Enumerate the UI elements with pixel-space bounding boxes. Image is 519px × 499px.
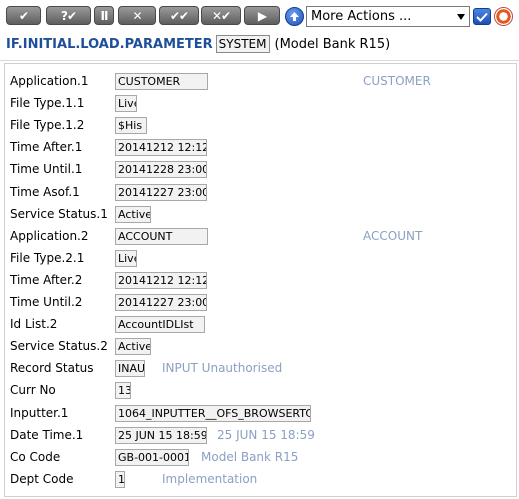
help-icon[interactable]	[494, 7, 513, 26]
divider	[0, 60, 519, 61]
field-value[interactable]: Active	[115, 338, 151, 356]
field-value[interactable]: Live	[115, 249, 137, 267]
field-row-application-2: Application.2 ACCOUNT ACCOUNT	[5, 226, 510, 248]
field-value[interactable]: INAU	[115, 360, 145, 378]
field-label: Dept Code	[10, 471, 74, 486]
field-value[interactable]: ACCOUNT	[115, 227, 208, 245]
field-label: File Type.1.2	[10, 118, 85, 133]
field-row-record-status: Record Status INAU INPUT Unauthorised	[5, 358, 510, 380]
field-row-file-type-1-1: File Type.1.1 Live	[5, 93, 510, 115]
delete-button[interactable]: ✕	[118, 6, 156, 25]
field-row-service-status-1: Service Status.1 Active	[5, 204, 510, 226]
field-value[interactable]: GB-001-0001	[115, 448, 189, 466]
commit-button[interactable]: ✔	[6, 6, 41, 25]
chevron-down-icon	[457, 14, 465, 20]
company-title: (Model Bank R15)	[274, 36, 391, 52]
field-value[interactable]: 20141227 23:00	[115, 183, 207, 201]
field-label: Record Status	[10, 361, 94, 376]
field-label: Id List.2	[10, 317, 58, 332]
record-id[interactable]: SYSTEM	[215, 35, 270, 53]
field-label: Service Status.2	[10, 339, 108, 354]
field-row-time-after-1: Time After.1 20141212 12:12	[5, 137, 510, 159]
field-label: Time After.2	[10, 272, 83, 287]
field-value[interactable]: $His	[115, 117, 147, 135]
field-value[interactable]: 20141212 12:12	[115, 271, 207, 289]
field-label: File Type.2.1	[10, 250, 85, 265]
field-row-time-until-2: Time Until.2 20141227 23:00	[5, 292, 510, 314]
arrow-up-icon	[290, 12, 299, 21]
field-row-co-code: Co Code GB-001-0001 Model Bank R15	[5, 447, 510, 469]
field-label: Time Until.1	[10, 162, 83, 177]
field-label: Time Until.2	[10, 295, 83, 309]
validate-button[interactable]: ?✔	[46, 6, 91, 25]
field-row-dept-code: Dept Code 1 Implementation	[5, 469, 510, 491]
field-enrichment: CUSTOMER	[363, 74, 431, 88]
field-value[interactable]: 25 JUN 15 18:59	[115, 426, 207, 444]
field-row-time-after-2: Time After.2 20141212 12:12	[5, 270, 510, 292]
field-label: Time After.1	[10, 140, 83, 155]
checkmark-icon	[476, 12, 488, 22]
field-row-application-1: Application.1 CUSTOMER CUSTOMER	[5, 71, 510, 93]
record-form: Application.1 CUSTOMER CUSTOMER File Type.1…	[4, 63, 517, 497]
field-value[interactable]: Live	[115, 95, 137, 113]
field-row-inputter-1: Inputter.1 1064_INPUTTER__OFS_BROWSERTC	[5, 403, 510, 425]
field-row-time-until-1: Time Until.1 20141228 23:00	[5, 159, 510, 181]
field-row-file-type-1-2: File Type.1.2 $His	[5, 115, 510, 137]
field-label: Application.1	[10, 74, 89, 88]
field-label: Application.2	[10, 228, 89, 243]
field-label: File Type.1.1	[10, 96, 85, 111]
record-header: IF.INITIAL.LOAD.PARAMETER SYSTEM (Model …	[6, 35, 390, 53]
more-actions-select[interactable]: More Actions ...	[306, 6, 470, 27]
field-label: Time Asof.1	[10, 184, 80, 199]
field-enrichment: 25 JUN 15 18:59	[217, 427, 315, 442]
field-row-file-type-2-1: File Type.2.1 Live	[5, 248, 510, 270]
field-row-date-time-1: Date Time.1 25 JUN 15 18:59 25 JUN 15 18:5…	[5, 425, 510, 447]
authorise-button[interactable]: ✔✔	[159, 6, 199, 25]
application-title: IF.INITIAL.LOAD.PARAMETER	[6, 36, 213, 52]
field-value[interactable]: 20141212 12:12	[115, 139, 207, 157]
field-row-time-asof-1: Time Asof.1 20141227 23:00	[5, 182, 510, 204]
field-enrichment: Implementation	[162, 471, 258, 486]
context-enquiry-button[interactable]	[285, 7, 304, 26]
field-label: Curr No	[10, 383, 56, 398]
go-button[interactable]	[473, 8, 491, 25]
field-value[interactable]: CUSTOMER	[115, 73, 208, 90]
field-enrichment: INPUT Unauthorised	[162, 361, 283, 376]
field-value[interactable]: 1	[115, 470, 125, 488]
field-value[interactable]: Active	[115, 205, 151, 223]
field-row-id-list-2: Id List.2 AccountIDLIst	[5, 314, 510, 336]
more-actions-value: More Actions ...	[311, 9, 412, 24]
field-label: Co Code	[10, 449, 61, 464]
field-value[interactable]: 1064_INPUTTER__OFS_BROWSERTC	[115, 404, 311, 422]
field-value[interactable]: 13	[115, 382, 131, 400]
field-value[interactable]: 20141228 23:00	[115, 161, 207, 179]
field-value[interactable]: 20141227 23:00	[115, 294, 207, 311]
field-enrichment: Model Bank R15	[201, 449, 299, 464]
hold-button[interactable]: II	[94, 6, 114, 25]
field-enrichment: ACCOUNT	[363, 228, 423, 243]
field-row-curr-no: Curr No 13	[5, 380, 510, 402]
field-label: Date Time.1	[10, 427, 84, 442]
next-button[interactable]: ▶	[244, 6, 280, 25]
reverse-button[interactable]: ✕✔	[201, 6, 241, 25]
field-label: Service Status.1	[10, 206, 108, 221]
field-row-service-status-2: Service Status.2 Active	[5, 336, 510, 358]
field-label: Inputter.1	[10, 405, 69, 420]
field-value[interactable]: AccountIDLIst	[115, 316, 205, 334]
